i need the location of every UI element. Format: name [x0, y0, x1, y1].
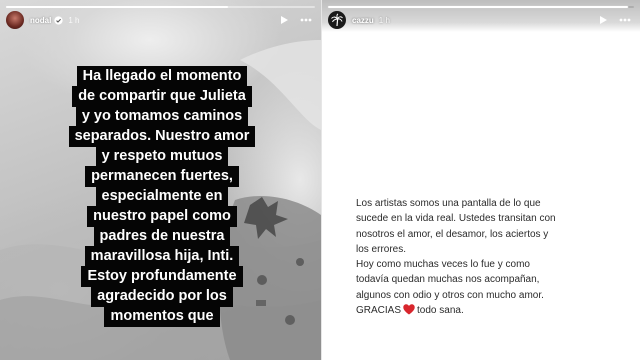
caption-line: maravillosa hija, Inti. [84, 246, 240, 267]
text-line: Hoy como muchas veces lo fue y como [356, 259, 530, 271]
caption-line: momentos que [104, 306, 220, 327]
caption-line: Estoy profundamente [81, 266, 243, 287]
caption-line: permanecen fuertes, [85, 166, 239, 187]
caption-line: agradecido por los [91, 286, 233, 307]
caption-line: separados. Nuestro amor [68, 126, 256, 147]
caption-line: especialmente en [95, 186, 229, 207]
story-cazzu[interactable]: cazzu 1 h Los artistas somos una pantall… [321, 0, 640, 360]
verified-badge-icon [54, 15, 63, 25]
post-time: 1 h [378, 15, 390, 25]
text-line: Los artistas somos una pantalla de lo qu… [356, 198, 541, 209]
story-text: Los artistas somos una pantalla de lo qu… [356, 196, 636, 318]
play-icon[interactable] [277, 13, 291, 27]
text-line: algunos con odio y otros con mucho amor. [356, 289, 544, 301]
caption-line: nuestro papel como [87, 206, 237, 227]
story-nodal[interactable]: nodal 1 h Ha llegado el momento de compa… [0, 0, 321, 360]
todo-sana-text: todo sana. [417, 305, 464, 317]
caption-line: y yo tomamos caminos [75, 106, 249, 127]
caption-line: y respeto mutuos [95, 146, 229, 167]
caption-line: padres de nuestra [93, 226, 231, 247]
username[interactable]: cazzu [352, 16, 374, 25]
play-icon[interactable] [596, 13, 610, 27]
text-line: todavía quedan muchas nos acompañan, [356, 274, 540, 286]
more-dots-icon[interactable] [618, 13, 632, 27]
more-dots-icon[interactable] [299, 13, 313, 27]
avatar[interactable] [6, 11, 24, 29]
username[interactable]: nodal [30, 16, 51, 25]
heart-icon [403, 304, 415, 315]
story-header: cazzu 1 h [328, 8, 632, 32]
stories-screenshot: nodal 1 h Ha llegado el momento de compa… [0, 0, 640, 360]
text-line: sucede en la vida real. Ustedes transita… [356, 213, 556, 225]
story-caption: Ha llegado el momento de compartir que J… [48, 66, 276, 327]
gracias-text: GRACIAS [356, 305, 402, 317]
caption-line: de compartir que Julieta [72, 86, 252, 107]
text-line: los errores. [356, 243, 407, 255]
story-header: nodal 1 h [6, 8, 313, 32]
caption-line: Ha llegado el momento [76, 66, 248, 87]
post-time: 1 h [68, 15, 80, 25]
text-line: nosotros el amor, el desamor, los aciert… [356, 228, 549, 240]
palm-tree-icon[interactable] [328, 11, 346, 29]
text-line-gracias: GRACIAS todo sana. [356, 303, 636, 318]
